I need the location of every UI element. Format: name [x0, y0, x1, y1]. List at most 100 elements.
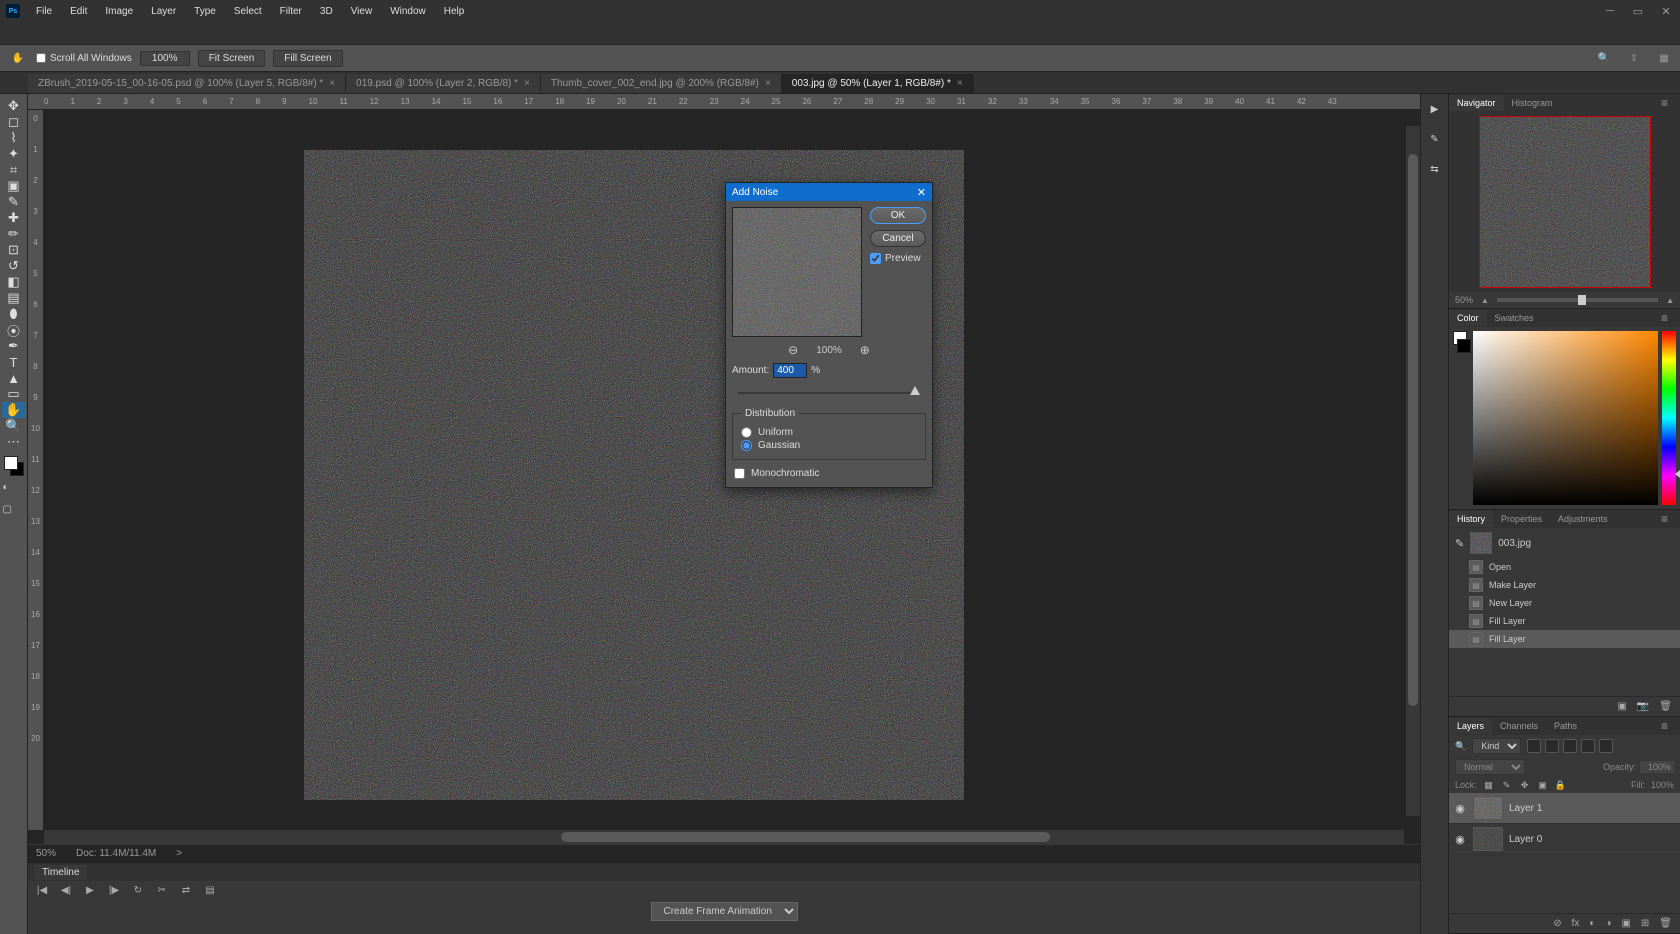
type-tool[interactable]: T	[2, 354, 26, 370]
histogram-tab[interactable]: Histogram	[1504, 95, 1561, 111]
channels-tab[interactable]: Channels	[1492, 718, 1546, 734]
eyedropper-tool[interactable]: ✎	[2, 194, 26, 210]
scroll-all-windows-checkbox[interactable]: Scroll All Windows	[36, 53, 132, 64]
lock-pixels-icon[interactable]: ✎	[1501, 779, 1513, 791]
play-icon[interactable]: ▶	[1426, 100, 1444, 118]
dialog-preview[interactable]	[732, 207, 862, 337]
lock-artboard-icon[interactable]: ▣	[1537, 779, 1549, 791]
hue-slider[interactable]	[1662, 331, 1676, 505]
marquee-tool[interactable]: ◻	[2, 114, 26, 130]
opacity-value[interactable]: 100%	[1640, 761, 1674, 773]
search-icon[interactable]: 🔍	[1596, 50, 1612, 66]
ok-button[interactable]: OK	[870, 207, 926, 224]
timeline-convert[interactable]: ▤	[204, 885, 216, 896]
lock-all-icon[interactable]: 🔒	[1555, 779, 1567, 791]
tab-close-icon[interactable]: ×	[957, 78, 963, 89]
tab-close-icon[interactable]: ×	[524, 78, 530, 89]
fit-screen-button[interactable]: Fit Screen	[198, 50, 266, 67]
timeline-prev-frame[interactable]: ◀|	[60, 885, 72, 896]
preview-zoom-in-icon[interactable]: ⊕	[860, 343, 870, 357]
layer-0[interactable]: ◉Layer 1	[1449, 793, 1680, 824]
history-snapshot-icon[interactable]: ▣	[1617, 701, 1626, 712]
history-item-0[interactable]: ▤Open	[1449, 558, 1680, 576]
layer-1[interactable]: ◉Layer 0	[1449, 824, 1680, 855]
preview-checkbox[interactable]: Preview	[870, 253, 926, 264]
clone-stamp-tool[interactable]: ⊡	[2, 242, 26, 258]
history-delete-icon[interactable]: 🗑	[1659, 701, 1672, 712]
history-item-2[interactable]: ▤New Layer	[1449, 594, 1680, 612]
paths-tab[interactable]: Paths	[1546, 718, 1585, 734]
timeline-play[interactable]: ▶	[84, 885, 96, 896]
layer-mask-icon[interactable]: ◐	[1589, 918, 1595, 929]
scrollbar-vertical[interactable]	[1406, 126, 1420, 816]
document-tab-2[interactable]: Thumb_cover_002_end.jpg @ 200% (RGB/8#)×	[541, 74, 782, 93]
uniform-radio[interactable]: Uniform	[741, 427, 917, 438]
path-select-tool[interactable]: ▲	[2, 370, 26, 386]
layer-visibility-icon[interactable]: ◉	[1453, 802, 1467, 815]
hand-tool[interactable]: ✋	[2, 402, 26, 418]
menu-image[interactable]: Image	[97, 4, 141, 19]
quick-mask-mode[interactable]: ◐	[3, 482, 25, 498]
history-item-3[interactable]: ▤Fill Layer	[1449, 612, 1680, 630]
navigator-tab[interactable]: Navigator	[1449, 95, 1504, 111]
crop-tool[interactable]: ⌗	[2, 162, 26, 178]
status-arrow[interactable]: >	[176, 848, 182, 859]
menu-filter[interactable]: Filter	[272, 4, 310, 19]
close-button[interactable]: ✕	[1652, 0, 1680, 22]
navigator-menu-icon[interactable]: ≡	[1653, 93, 1676, 113]
color-picker[interactable]	[1473, 331, 1658, 505]
amount-input[interactable]	[773, 363, 807, 378]
history-menu-icon[interactable]: ≡	[1653, 509, 1676, 529]
menu-layer[interactable]: Layer	[143, 4, 184, 19]
lock-position-icon[interactable]: ✥	[1519, 779, 1531, 791]
menu-window[interactable]: Window	[382, 4, 434, 19]
hand-tool-icon[interactable]: ✋	[8, 48, 28, 68]
scrollbar-horizontal[interactable]	[44, 830, 1404, 844]
create-frame-animation-select[interactable]: Create Frame Animation	[651, 902, 798, 921]
new-layer-icon[interactable]: ⊞	[1641, 918, 1649, 929]
cancel-button[interactable]: Cancel	[870, 230, 926, 247]
share-icon[interactable]: ⇪	[1626, 50, 1642, 66]
history-new-doc-icon[interactable]: 📷	[1637, 701, 1649, 712]
blend-mode-select[interactable]: Normal	[1455, 759, 1525, 775]
adjustments-tab[interactable]: Adjustments	[1550, 511, 1616, 527]
link-layers-icon[interactable]: ⊘	[1553, 918, 1561, 929]
edit-toolbar[interactable]: ⋯	[2, 434, 26, 450]
move-tool[interactable]: ✥	[2, 98, 26, 114]
frame-tool[interactable]: ▣	[2, 178, 26, 194]
preview-zoom-out-icon[interactable]: ⊖	[788, 343, 798, 357]
shape-tool[interactable]: ▭	[2, 386, 26, 402]
lock-transparent-icon[interactable]: ▦	[1483, 779, 1495, 791]
quick-select-tool[interactable]: ✦	[2, 146, 26, 162]
layer-kind-filter[interactable]: Kind	[1472, 738, 1521, 754]
menu-file[interactable]: File	[28, 4, 60, 19]
brush-tool[interactable]: ✏	[2, 226, 26, 242]
properties-tab[interactable]: Properties	[1493, 511, 1550, 527]
navigator-zoom-slider[interactable]	[1497, 298, 1658, 302]
layer-visibility-icon[interactable]: ◉	[1453, 833, 1467, 846]
filter-pixel-icon[interactable]	[1527, 739, 1541, 753]
filter-adj-icon[interactable]	[1545, 739, 1559, 753]
fill-screen-button[interactable]: Fill Screen	[273, 50, 342, 67]
timeline-split[interactable]: ✂	[156, 885, 168, 896]
minimize-button[interactable]: ─	[1596, 0, 1624, 22]
menu-type[interactable]: Type	[186, 4, 224, 19]
timeline-transition[interactable]: ⇄	[180, 885, 192, 896]
foreground-color[interactable]	[4, 456, 18, 470]
navigator-thumbnail[interactable]	[1479, 116, 1651, 288]
brush-settings-icon[interactable]: ✎	[1426, 130, 1444, 148]
layers-menu-icon[interactable]: ≡	[1653, 716, 1676, 736]
timeline-first-frame[interactable]: |◀	[36, 885, 48, 896]
tab-close-icon[interactable]: ×	[765, 78, 771, 89]
history-tab[interactable]: History	[1449, 511, 1493, 527]
amount-slider[interactable]	[738, 386, 920, 400]
color-swatches[interactable]	[4, 456, 24, 476]
color-bg-swatch[interactable]	[1457, 339, 1471, 353]
gradient-tool[interactable]: ▤	[2, 290, 26, 306]
fill-value[interactable]: 100%	[1651, 780, 1674, 790]
healing-tool[interactable]: ✚	[2, 210, 26, 226]
history-brush-tool[interactable]: ↺	[2, 258, 26, 274]
dialog-close-icon[interactable]: ✕	[917, 186, 926, 199]
tab-close-icon[interactable]: ×	[329, 78, 335, 89]
screen-mode[interactable]: ▢	[3, 504, 25, 520]
